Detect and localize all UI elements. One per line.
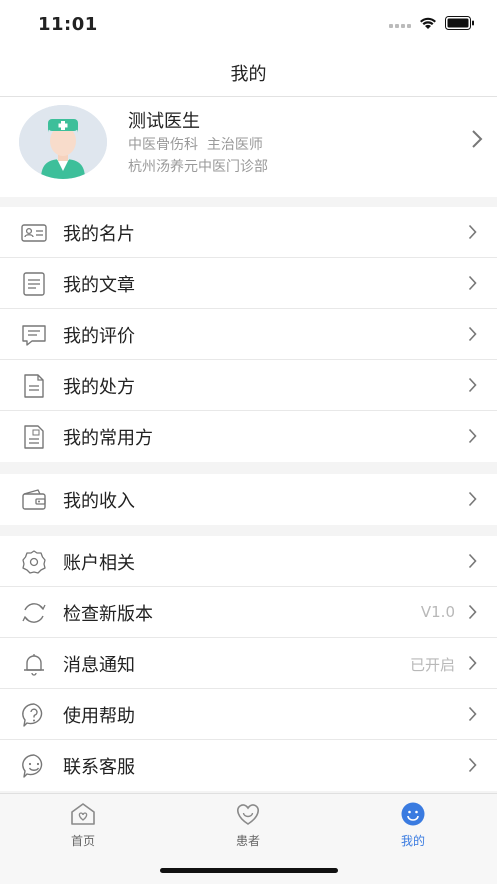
menu-item-label: 我的文章 — [63, 275, 135, 296]
status-icons — [389, 16, 475, 30]
doctor-avatar-icon — [19, 105, 107, 179]
profile-smile-icon — [401, 802, 425, 826]
home-icon — [71, 803, 95, 825]
tab-label: 首页 — [70, 834, 95, 848]
help-icon — [22, 703, 43, 727]
menu-group-personal: 我的名片 我的文章 我的评价 我的处方 我的常用方 — [0, 207, 497, 462]
menu-item-check-version[interactable]: 检查新版本 V1.0 — [0, 587, 497, 638]
chevron-right-icon — [468, 224, 477, 240]
notification-status: 已开启 — [409, 656, 455, 674]
tab-label: 患者 — [235, 834, 260, 848]
home-indicator[interactable] — [160, 868, 338, 873]
gear-icon — [22, 550, 46, 574]
signal-icon — [389, 24, 411, 28]
menu-group-settings: 账户相关 检查新版本 V1.0 消息通知 已开启 使用帮助 联系客服 — [0, 536, 497, 791]
article-icon — [23, 272, 45, 296]
common-prescription-icon — [24, 425, 44, 449]
menu-item-label: 账户相关 — [63, 553, 135, 574]
menu-item-label: 检查新版本 — [63, 604, 153, 625]
menu-item-label: 我的评价 — [63, 326, 135, 347]
page-title: 我的 — [230, 64, 267, 85]
menu-item-label: 我的处方 — [63, 377, 135, 398]
bell-icon — [24, 654, 44, 676]
prescription-icon — [24, 374, 44, 398]
menu-item-label: 我的名片 — [63, 224, 135, 245]
menu-item-label: 消息通知 — [63, 655, 135, 676]
chevron-right-icon — [468, 326, 477, 342]
menu-item-income[interactable]: 我的收入 — [0, 474, 497, 525]
tab-patients[interactable]: 患者 — [208, 802, 288, 849]
tab-home[interactable]: 首页 — [43, 802, 123, 849]
menu-group-income: 我的收入 — [0, 474, 497, 525]
profile-card[interactable]: 测试医生 中医骨伤科 主治医师 杭州汤养元中医门诊部 — [0, 97, 497, 197]
chevron-right-icon — [468, 428, 477, 444]
version-value: V1.0 — [420, 603, 455, 621]
avatar — [19, 105, 107, 179]
wallet-icon — [22, 489, 46, 510]
menu-item-customer-service[interactable]: 联系客服 — [0, 740, 497, 791]
menu-item-articles[interactable]: 我的文章 — [0, 258, 497, 309]
tab-label: 我的 — [400, 834, 425, 848]
tab-mine[interactable]: 我的 — [373, 802, 453, 849]
chevron-right-icon — [468, 706, 477, 722]
menu-item-common-prescriptions[interactable]: 我的常用方 — [0, 411, 497, 462]
menu-item-business-card[interactable]: 我的名片 — [0, 207, 497, 258]
menu-item-prescriptions[interactable]: 我的处方 — [0, 360, 497, 411]
menu-item-label: 我的常用方 — [63, 428, 153, 449]
menu-item-label: 我的收入 — [63, 491, 135, 512]
doctor-clinic: 杭州汤养元中医门诊部 — [128, 159, 268, 175]
menu-item-label: 使用帮助 — [63, 706, 135, 727]
support-icon — [22, 754, 43, 778]
chevron-right-icon — [468, 655, 477, 671]
chevron-right-icon — [468, 377, 477, 393]
menu-item-reviews[interactable]: 我的评价 — [0, 309, 497, 360]
menu-item-help[interactable]: 使用帮助 — [0, 689, 497, 740]
nav-bar: 我的 — [0, 48, 497, 97]
menu-item-notifications[interactable]: 消息通知 已开启 — [0, 638, 497, 689]
menu-item-account[interactable]: 账户相关 — [0, 536, 497, 587]
chevron-right-icon — [468, 491, 477, 507]
wifi-icon — [420, 17, 436, 29]
chevron-right-icon — [468, 604, 477, 620]
chevron-right-icon — [472, 130, 483, 148]
refresh-icon — [22, 603, 46, 623]
status-time: 11:01 — [38, 14, 98, 35]
id-card-icon — [21, 224, 47, 242]
comment-icon — [22, 325, 46, 346]
doctor-name: 测试医生 — [128, 111, 200, 132]
doctor-department-title: 中医骨伤科 主治医师 — [128, 137, 263, 153]
menu-item-label: 联系客服 — [63, 757, 135, 778]
battery-icon — [445, 16, 474, 30]
chevron-right-icon — [468, 275, 477, 291]
status-bar: 11:01 — [0, 0, 497, 48]
chevron-right-icon — [468, 757, 477, 773]
chevron-right-icon — [468, 553, 477, 569]
patient-icon — [237, 804, 259, 825]
